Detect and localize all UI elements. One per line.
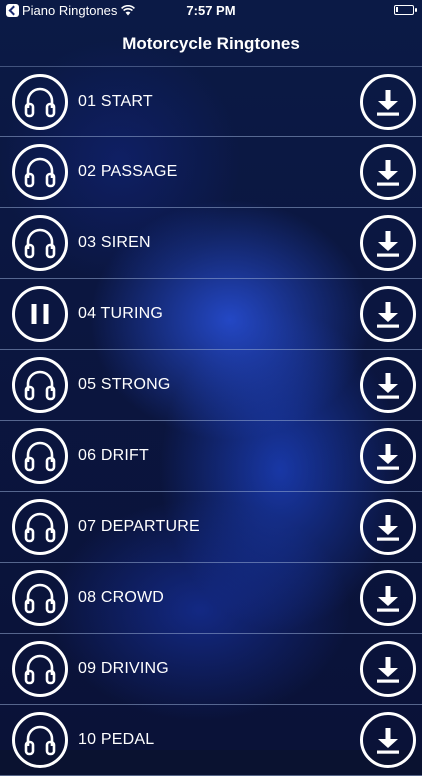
download-button[interactable] [360, 357, 416, 413]
ringtone-title: 09 DRIVING [78, 660, 169, 677]
page-title: Motorcycle Ringtones [122, 34, 300, 53]
download-button[interactable] [360, 286, 416, 342]
ringtone-row[interactable]: 03 SIREN [0, 208, 422, 279]
ringtone-row[interactable]: 08 CROWD [0, 563, 422, 634]
status-bar: Piano Ringtones 7:57 PM [0, 0, 422, 22]
play-button[interactable] [12, 428, 68, 484]
ringtone-row[interactable]: 04 TURING [0, 279, 422, 350]
download-button[interactable] [360, 428, 416, 484]
play-button[interactable] [12, 215, 68, 271]
ringtone-title: 01 START [78, 93, 153, 110]
ringtone-row[interactable]: 05 STRONG [0, 350, 422, 421]
ringtone-row[interactable]: 10 PEDAL [0, 705, 422, 776]
play-button[interactable] [12, 357, 68, 413]
download-button[interactable] [360, 499, 416, 555]
status-time: 7:57 PM [186, 3, 236, 18]
ringtone-title: 02 PASSAGE [78, 163, 178, 180]
ringtone-title: 04 TURING [78, 305, 164, 322]
download-button[interactable] [360, 641, 416, 697]
pause-button[interactable] [12, 286, 68, 342]
play-button[interactable] [12, 74, 68, 130]
ringtone-row[interactable]: 02 PASSAGE [0, 137, 422, 208]
download-button[interactable] [360, 712, 416, 768]
play-button[interactable] [12, 712, 68, 768]
play-button[interactable] [12, 144, 68, 200]
ringtone-row[interactable]: 09 DRIVING [0, 634, 422, 705]
play-button[interactable] [12, 570, 68, 626]
download-button[interactable] [360, 74, 416, 130]
download-button[interactable] [360, 215, 416, 271]
ringtone-title: 05 STRONG [78, 376, 171, 393]
ringtone-title: 06 DRIFT [78, 447, 149, 464]
battery-icon [394, 5, 417, 15]
download-button[interactable] [360, 144, 416, 200]
navigation-bar: Motorcycle Ringtones [0, 22, 422, 66]
ringtone-title: 03 SIREN [78, 234, 151, 251]
ringtone-row[interactable]: 01 START [0, 66, 422, 137]
ringtone-title: 10 PEDAL [78, 731, 155, 748]
play-button[interactable] [12, 499, 68, 555]
ringtone-title: 07 DEPARTURE [78, 518, 200, 535]
ringtone-list: 01 START 02 PASSAGE 03 SIREN 04 TURING 05 ST… [0, 66, 422, 776]
play-button[interactable] [12, 641, 68, 697]
ringtone-row[interactable]: 06 DRIFT [0, 421, 422, 492]
ringtone-title: 08 CROWD [78, 589, 165, 606]
battery-level [396, 7, 398, 12]
download-button[interactable] [360, 570, 416, 626]
ringtone-row[interactable]: 07 DEPARTURE [0, 492, 422, 563]
